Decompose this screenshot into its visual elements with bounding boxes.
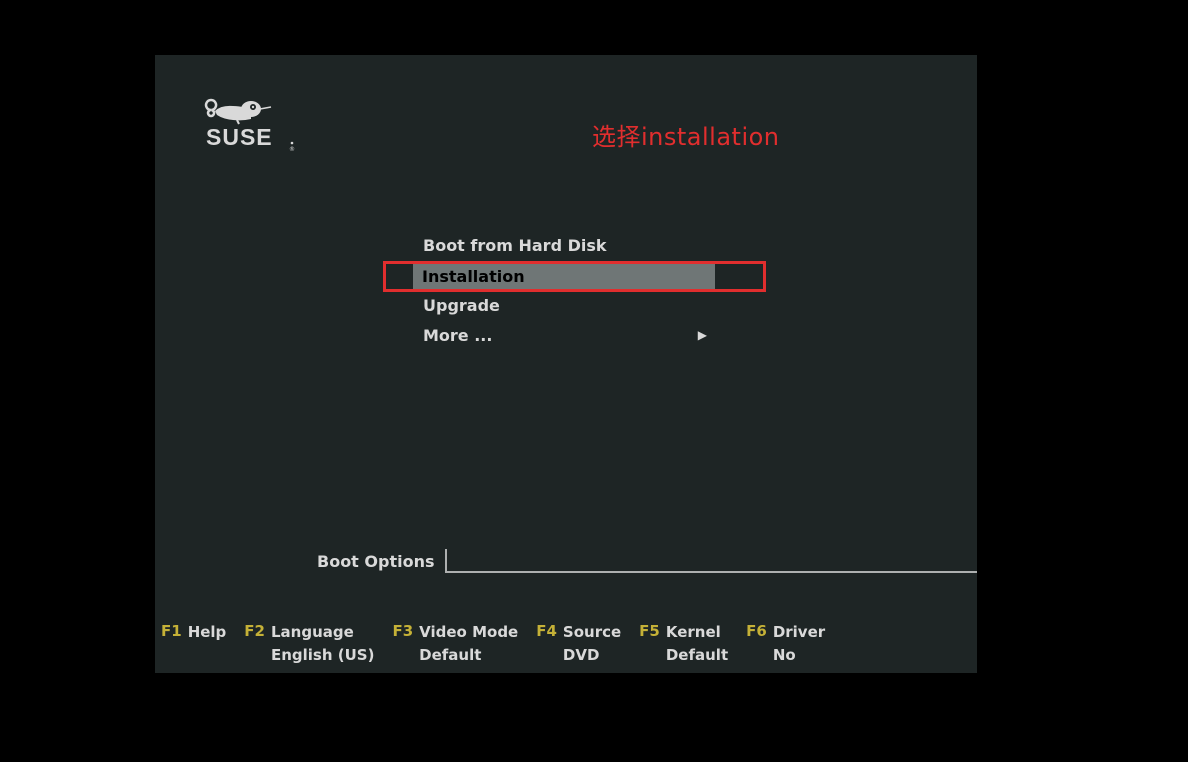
fkey-value: DVD [563, 644, 621, 667]
fkey-label: Language [271, 621, 374, 644]
fkey-label: Kernel [666, 621, 728, 644]
menu-item-label: Installation [422, 267, 525, 286]
boot-options-label: Boot Options [317, 552, 435, 571]
fkey-key: F3 [392, 621, 413, 640]
fkey-value: No [773, 644, 825, 667]
fkeys-row: F1 Help F2 Language English (US) F3 Vide… [161, 621, 971, 668]
boot-options-row: Boot Options [317, 549, 977, 573]
boot-screen: SUSE ® 选择installation Boot from Hard Dis… [155, 55, 977, 673]
fkey-language[interactable]: F2 Language English (US) [244, 621, 374, 668]
fkey-labels: Source DVD [563, 621, 621, 668]
fkey-key: F1 [161, 621, 182, 640]
boot-menu: Boot from Hard Disk Installation Upgrade… [419, 231, 719, 351]
menu-item-selected-bg: Installation [413, 264, 715, 289]
fkey-driver[interactable]: F6 Driver No [746, 621, 825, 668]
submenu-arrow-icon: ▶ [698, 328, 707, 342]
fkey-kernel[interactable]: F5 Kernel Default [639, 621, 728, 668]
fkey-labels: Video Mode Default [419, 621, 518, 668]
menu-item-installation[interactable]: Installation [419, 261, 719, 289]
menu-item-label: Upgrade [423, 296, 500, 315]
menu-item-boot-hard-disk[interactable]: Boot from Hard Disk [419, 231, 719, 259]
fkey-label: Video Mode [419, 621, 518, 644]
fkey-key: F4 [536, 621, 557, 640]
suse-logo: SUSE ® [203, 87, 303, 152]
fkey-label: Source [563, 621, 621, 644]
menu-item-more[interactable]: More ... ▶ [419, 321, 719, 349]
fkey-label: Help [188, 621, 227, 644]
fkey-value: Default [666, 644, 728, 667]
boot-options-input[interactable] [445, 549, 978, 573]
menu-item-label: More ... [423, 326, 492, 345]
fkey-value: Default [419, 644, 518, 667]
chameleon-icon: SUSE ® [203, 87, 303, 152]
fkey-label: Driver [773, 621, 825, 644]
fkey-key: F2 [244, 621, 265, 640]
svg-text:®: ® [289, 146, 295, 152]
suse-logo-text: SUSE [206, 124, 273, 150]
menu-item-upgrade[interactable]: Upgrade [419, 291, 719, 319]
fkey-key: F6 [746, 621, 767, 640]
fkey-key: F5 [639, 621, 660, 640]
annotation-text: 选择installation [592, 117, 780, 152]
fkey-video-mode[interactable]: F3 Video Mode Default [392, 621, 518, 668]
fkey-help[interactable]: F1 Help [161, 621, 226, 668]
fkey-labels: Kernel Default [666, 621, 728, 668]
fkey-source[interactable]: F4 Source DVD [536, 621, 621, 668]
fkey-labels: Language English (US) [271, 621, 374, 668]
fkey-labels: Driver No [773, 621, 825, 668]
fkey-labels: Help [188, 621, 227, 644]
fkey-value: English (US) [271, 644, 374, 667]
menu-item-label: Boot from Hard Disk [423, 236, 607, 255]
